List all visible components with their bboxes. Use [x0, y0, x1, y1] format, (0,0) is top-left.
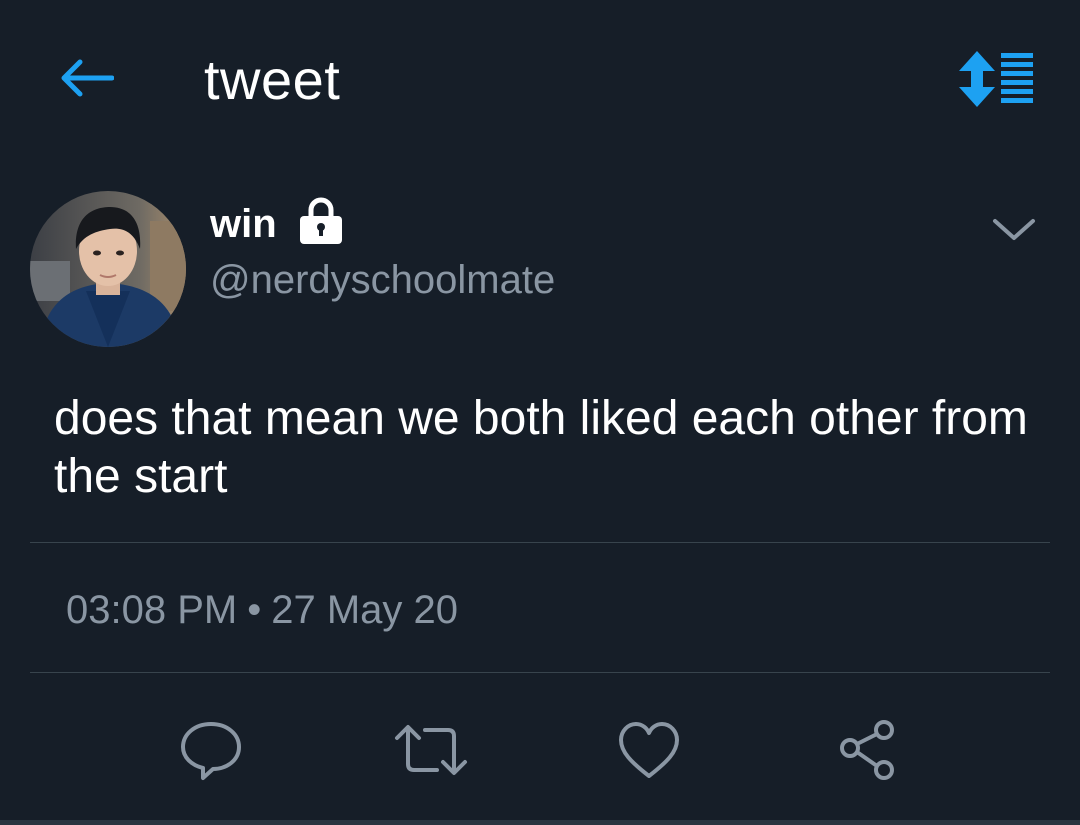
bottom-edge [0, 820, 1080, 825]
divider [30, 672, 1050, 673]
avatar[interactable] [30, 191, 186, 347]
tweet-options-button[interactable] [984, 206, 1044, 254]
lock-icon [300, 197, 342, 244]
tweet-text: does that mean we both liked each other … [54, 392, 1028, 503]
sort-order-icon [959, 51, 1033, 107]
avatar-photo [30, 191, 186, 347]
divider [30, 542, 1050, 543]
arrow-left-icon [61, 59, 114, 97]
tweet-timestamp: 03:08 PM • 27 May 20 [66, 585, 458, 635]
like-icon [619, 722, 679, 778]
tweet-date: 27 May 20 [271, 588, 459, 632]
meta-separator: • [247, 588, 262, 632]
sort-button[interactable] [950, 44, 1042, 114]
author-handle[interactable]: @nerdyschoolmate [210, 256, 555, 304]
share-icon [840, 720, 894, 780]
retweet-icon [395, 725, 467, 775]
action-bar [0, 700, 1080, 800]
tweet-time: 03:08 PM [66, 588, 238, 632]
retweet-button[interactable] [391, 710, 471, 790]
back-button[interactable] [52, 50, 120, 106]
reply-button[interactable] [171, 710, 251, 790]
like-button[interactable] [609, 710, 689, 790]
page-title: tweet [204, 48, 341, 111]
chevron-down-icon [993, 219, 1035, 240]
reply-icon [181, 722, 241, 780]
share-button[interactable] [828, 710, 908, 790]
app-header: tweet [0, 0, 1080, 160]
author-name[interactable]: win [210, 200, 277, 248]
